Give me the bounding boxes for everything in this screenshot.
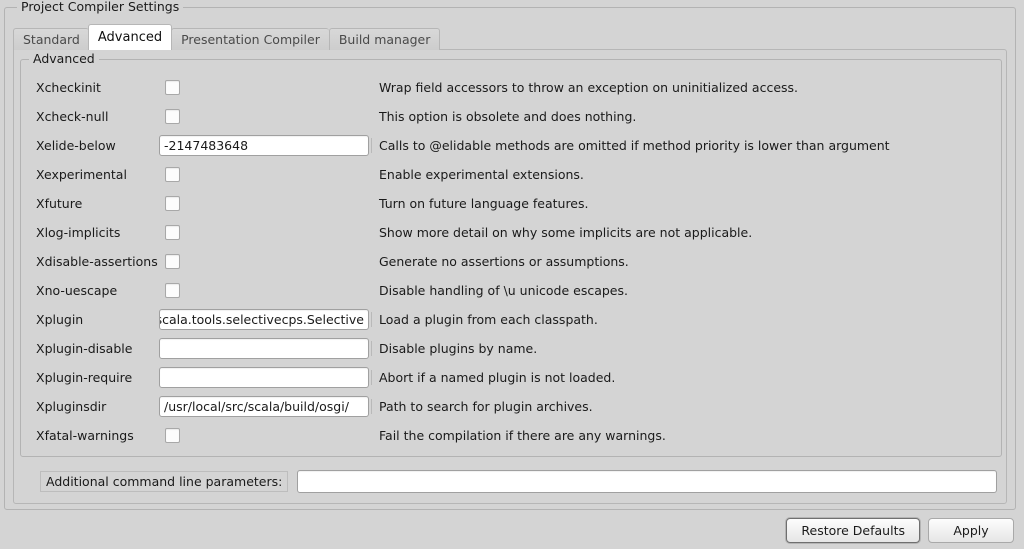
textfield-xplugin-disable[interactable]: [159, 338, 369, 359]
option-row: Xplugin :v/scala.tools.selectivecps.Selec…: [21, 305, 1001, 334]
checkbox-xfuture[interactable]: [165, 196, 180, 211]
checkbox-xno-uescape[interactable]: [165, 283, 180, 298]
option-label-xexperimental: Xexperimental: [36, 167, 127, 182]
option-label-xpluginsdir: Xpluginsdir: [36, 399, 107, 414]
option-description: Load a plugin from each classpath.: [371, 305, 598, 334]
option-description: Turn on future language features.: [379, 196, 589, 211]
additional-parameters-input[interactable]: [297, 470, 997, 493]
option-row: Xpluginsdir/usr/local/src/scala/build/os…: [21, 392, 1001, 421]
advanced-group-title: Advanced: [29, 51, 99, 66]
option-row: Xno-uescape Disable handling of \u unicod…: [21, 276, 1001, 305]
restore-defaults-button[interactable]: Restore Defaults: [786, 518, 920, 543]
option-control-wrap: [159, 160, 180, 189]
apply-button[interactable]: Apply: [928, 518, 1014, 543]
textfield-xpluginsdir[interactable]: /usr/local/src/scala/build/osgi/: [159, 396, 369, 417]
option-label-xcheckinit: Xcheckinit: [36, 80, 101, 95]
tab-standard[interactable]: Standard: [13, 28, 89, 50]
option-row: Xexperimental Enable experimental extensi…: [21, 160, 1001, 189]
option-control-wrap: [159, 218, 180, 247]
option-control-wrap: [159, 73, 180, 102]
option-label-xno-uescape: Xno-uescape: [36, 283, 118, 298]
option-control-wrap: [159, 189, 180, 218]
option-label-xdisable-assertions: Xdisable-assertions: [36, 254, 158, 269]
option-label-xcheck-null: Xcheck-null: [36, 109, 109, 124]
option-label-xplugin-require: Xplugin-require: [36, 370, 133, 385]
option-row: Xfatal-warnings Fail the compilation if t…: [21, 421, 1001, 450]
tab-presentation-compiler[interactable]: Presentation Compiler: [171, 28, 329, 50]
tab-bar: Standard Advanced Presentation Compiler Bui…: [13, 24, 441, 50]
textfield-value: /usr/local/src/scala/build/osgi/: [164, 399, 349, 414]
option-row: Xcheck-null This option is obsolete and d…: [21, 102, 1001, 131]
option-description: Generate no assertions or assumptions.: [379, 254, 629, 269]
option-description: Disable handling of \u unicode escapes.: [379, 283, 628, 298]
tab-advanced[interactable]: Advanced: [87, 24, 173, 50]
option-control-wrap: [159, 102, 180, 131]
tab-panel-advanced: Advanced Xcheckinit Wrap field accessors …: [13, 49, 1007, 504]
textfield-xelide-below[interactable]: -2147483648: [159, 135, 369, 156]
option-description: This option is obsolete and does nothing…: [379, 109, 637, 124]
option-control-wrap: [159, 247, 180, 276]
tab-build-manager[interactable]: Build manager: [328, 28, 441, 50]
option-control-wrap: :v/scala.tools.selectivecps.Selective: [159, 305, 369, 334]
option-row: Xplugin-require Abort if a named plugin i…: [21, 363, 1001, 392]
option-label-xlog-implicits: Xlog-implicits: [36, 225, 121, 240]
option-description: Fail the compilation if there are any wa…: [379, 428, 666, 443]
checkbox-xcheckinit[interactable]: [165, 80, 180, 95]
option-row: Xcheckinit Wrap field accessors to throw …: [21, 73, 1001, 102]
option-control-wrap: /usr/local/src/scala/build/osgi/: [159, 392, 369, 421]
option-row: Xfuture Turn on future language features.: [21, 189, 1001, 218]
option-control-wrap: -2147483648: [159, 131, 369, 160]
option-row: Xplugin-disable Disable plugins by name.: [21, 334, 1001, 363]
checkbox-xfatal-warnings[interactable]: [165, 428, 180, 443]
option-control-wrap: [159, 276, 180, 305]
checkbox-xdisable-assertions[interactable]: [165, 254, 180, 269]
option-row: Xdisable-assertions Generate no assertion…: [21, 247, 1001, 276]
option-description: Abort if a named plugin is not loaded.: [370, 363, 615, 392]
advanced-options-group: Advanced Xcheckinit Wrap field accessors …: [20, 51, 1002, 457]
option-control-wrap: [159, 334, 369, 363]
option-control-wrap: [159, 421, 180, 450]
dialog-button-bar: Restore Defaults Apply: [786, 518, 1014, 543]
textfield-xplugin[interactable]: :v/scala.tools.selectivecps.Selective: [159, 309, 369, 330]
option-rows: Xcheckinit Wrap field accessors to throw …: [21, 73, 1001, 450]
option-description: Wrap field accessors to throw an excepti…: [379, 80, 799, 95]
option-label-xfatal-warnings: Xfatal-warnings: [36, 428, 134, 443]
checkbox-xcheck-null[interactable]: [165, 109, 180, 124]
textfield-value: :v/scala.tools.selectivecps.Selective: [159, 312, 364, 327]
additional-parameters-label: Additional command line parameters:: [40, 471, 289, 492]
option-control-wrap: [159, 363, 369, 392]
option-label-xfuture: Xfuture: [36, 196, 83, 211]
option-description: Path to search for plugin archives.: [371, 392, 593, 421]
option-label-xplugin-disable: Xplugin-disable: [36, 341, 133, 356]
option-description: Disable plugins by name.: [370, 334, 537, 363]
option-label-xelide-below: Xelide-below: [36, 138, 116, 153]
page-title: Project Compiler Settings: [17, 0, 184, 14]
additional-parameters-row: Additional command line parameters:: [20, 465, 1002, 498]
option-description: Enable experimental extensions.: [379, 167, 584, 182]
checkbox-xexperimental[interactable]: [165, 167, 180, 182]
option-description: Show more detail on why some implicits a…: [379, 225, 753, 240]
textfield-xplugin-require[interactable]: [159, 367, 369, 388]
option-row: Xelide-below -2147483648 Calls to @elidabl…: [21, 131, 1001, 160]
checkbox-xlog-implicits[interactable]: [165, 225, 180, 240]
option-label-xplugin: Xplugin: [36, 312, 84, 327]
option-description: Calls to @elidable methods are omitted i…: [371, 131, 890, 160]
option-row: Xlog-implicits Show more detail on why so…: [21, 218, 1001, 247]
